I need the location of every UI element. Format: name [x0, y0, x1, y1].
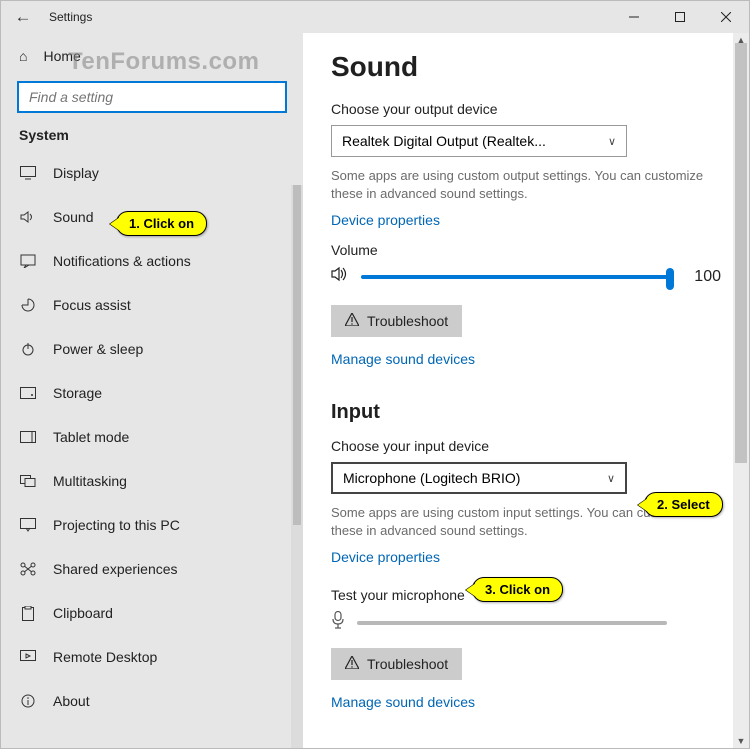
nav-label: Power & sleep	[53, 341, 143, 357]
home-label: Home	[43, 48, 80, 64]
sound-icon	[19, 210, 37, 224]
home-link[interactable]: ⌂ Home	[1, 37, 303, 75]
nav-about[interactable]: About	[1, 679, 303, 723]
nav-display[interactable]: Display	[1, 151, 303, 195]
tablet-icon	[19, 431, 37, 443]
nav-group-system: System	[1, 123, 303, 151]
troubleshoot-label: Troubleshoot	[367, 313, 448, 329]
nav-list: Display Sound Notifications & actions	[1, 151, 303, 748]
minimize-button[interactable]	[611, 1, 657, 33]
nav-projecting[interactable]: Projecting to this PC	[1, 503, 303, 547]
output-desc: Some apps are using custom output settin…	[331, 167, 721, 202]
nav-label: Projecting to this PC	[53, 517, 180, 533]
nav-clipboard[interactable]: Clipboard	[1, 591, 303, 635]
speaker-icon	[331, 266, 349, 287]
volume-row: 100	[331, 266, 721, 287]
remote-icon	[19, 650, 37, 664]
back-button[interactable]: ←	[1, 7, 45, 27]
input-device-properties-link[interactable]: Device properties	[331, 549, 440, 565]
nav-remote-desktop[interactable]: Remote Desktop	[1, 635, 303, 679]
nav-label: Shared experiences	[53, 561, 178, 577]
nav-label: Sound	[53, 209, 93, 225]
sidebar-scroll-thumb[interactable]	[293, 185, 301, 525]
nav-multitasking[interactable]: Multitasking	[1, 459, 303, 503]
chevron-down-icon: ∨	[607, 472, 615, 485]
microphone-icon	[331, 611, 345, 634]
output-device-value: Realtek Digital Output (Realtek...	[342, 133, 546, 149]
display-icon	[19, 166, 37, 180]
storage-icon	[19, 387, 37, 399]
slider-thumb[interactable]	[666, 268, 674, 290]
nav-label: About	[53, 693, 90, 709]
notifications-icon	[19, 254, 37, 268]
about-icon	[19, 694, 37, 708]
page-title: Sound	[331, 51, 721, 83]
power-icon	[19, 342, 37, 356]
window-title: Settings	[45, 10, 92, 24]
scroll-down-icon[interactable]: ▼	[733, 736, 749, 746]
nav-label: Tablet mode	[53, 429, 129, 445]
volume-slider[interactable]	[361, 275, 670, 279]
nav-label: Notifications & actions	[53, 253, 191, 269]
chevron-down-icon: ∨	[608, 135, 616, 148]
sidebar: ⌂ Home System Display Sound	[1, 33, 303, 748]
nav-label: Multitasking	[53, 473, 127, 489]
nav-tablet-mode[interactable]: Tablet mode	[1, 415, 303, 459]
content-scroll-thumb[interactable]	[735, 43, 747, 463]
nav-focus-assist[interactable]: Focus assist	[1, 283, 303, 327]
clipboard-icon	[19, 606, 37, 621]
focus-icon	[19, 298, 37, 312]
warning-icon	[345, 656, 359, 672]
warning-icon	[345, 313, 359, 329]
window-body: ⌂ Home System Display Sound	[1, 33, 749, 748]
output-device-select[interactable]: Realtek Digital Output (Realtek... ∨	[331, 125, 627, 157]
content-pane: Sound Choose your output device Realtek …	[303, 33, 749, 748]
callout-2: 2. Select	[644, 492, 723, 517]
nav-label: Clipboard	[53, 605, 113, 621]
maximize-button[interactable]	[657, 1, 703, 33]
input-device-select[interactable]: Microphone (Logitech BRIO) ∨	[331, 462, 627, 494]
callout-3: 3. Click on	[472, 577, 563, 602]
volume-value: 100	[682, 268, 721, 286]
nav-label: Remote Desktop	[53, 649, 157, 665]
input-heading: Input	[331, 401, 721, 424]
window-buttons	[611, 1, 749, 33]
nav-label: Display	[53, 165, 99, 181]
mic-level-bar	[357, 621, 667, 625]
nav-power-sleep[interactable]: Power & sleep	[1, 327, 303, 371]
volume-label: Volume	[331, 242, 721, 258]
output-device-properties-link[interactable]: Device properties	[331, 212, 440, 228]
output-troubleshoot-button[interactable]: Troubleshoot	[331, 305, 462, 337]
manage-output-devices-link[interactable]: Manage sound devices	[331, 351, 475, 367]
callout-1: 1. Click on	[116, 211, 207, 236]
settings-window: ← Settings ⌂ Home System	[0, 0, 750, 749]
sidebar-scrollbar[interactable]	[291, 185, 303, 748]
manage-input-devices-link[interactable]: Manage sound devices	[331, 694, 475, 710]
search-wrap	[1, 75, 303, 123]
nav-label: Storage	[53, 385, 102, 401]
home-icon: ⌂	[19, 48, 27, 64]
shared-icon	[19, 562, 37, 576]
mic-test-row	[331, 611, 721, 634]
input-troubleshoot-button[interactable]: Troubleshoot	[331, 648, 462, 680]
input-device-label: Choose your input device	[331, 438, 721, 454]
projecting-icon	[19, 518, 37, 532]
nav-storage[interactable]: Storage	[1, 371, 303, 415]
input-device-value: Microphone (Logitech BRIO)	[343, 470, 520, 486]
nav-shared-exp[interactable]: Shared experiences	[1, 547, 303, 591]
nav-label: Focus assist	[53, 297, 131, 313]
multitasking-icon	[19, 475, 37, 487]
search-input[interactable]	[17, 81, 287, 113]
troubleshoot-label: Troubleshoot	[367, 656, 448, 672]
output-device-label: Choose your output device	[331, 101, 721, 117]
nav-notifications[interactable]: Notifications & actions	[1, 239, 303, 283]
titlebar: ← Settings	[1, 1, 749, 33]
content-scrollbar[interactable]: ▲ ▼	[733, 33, 749, 748]
close-button[interactable]	[703, 1, 749, 33]
